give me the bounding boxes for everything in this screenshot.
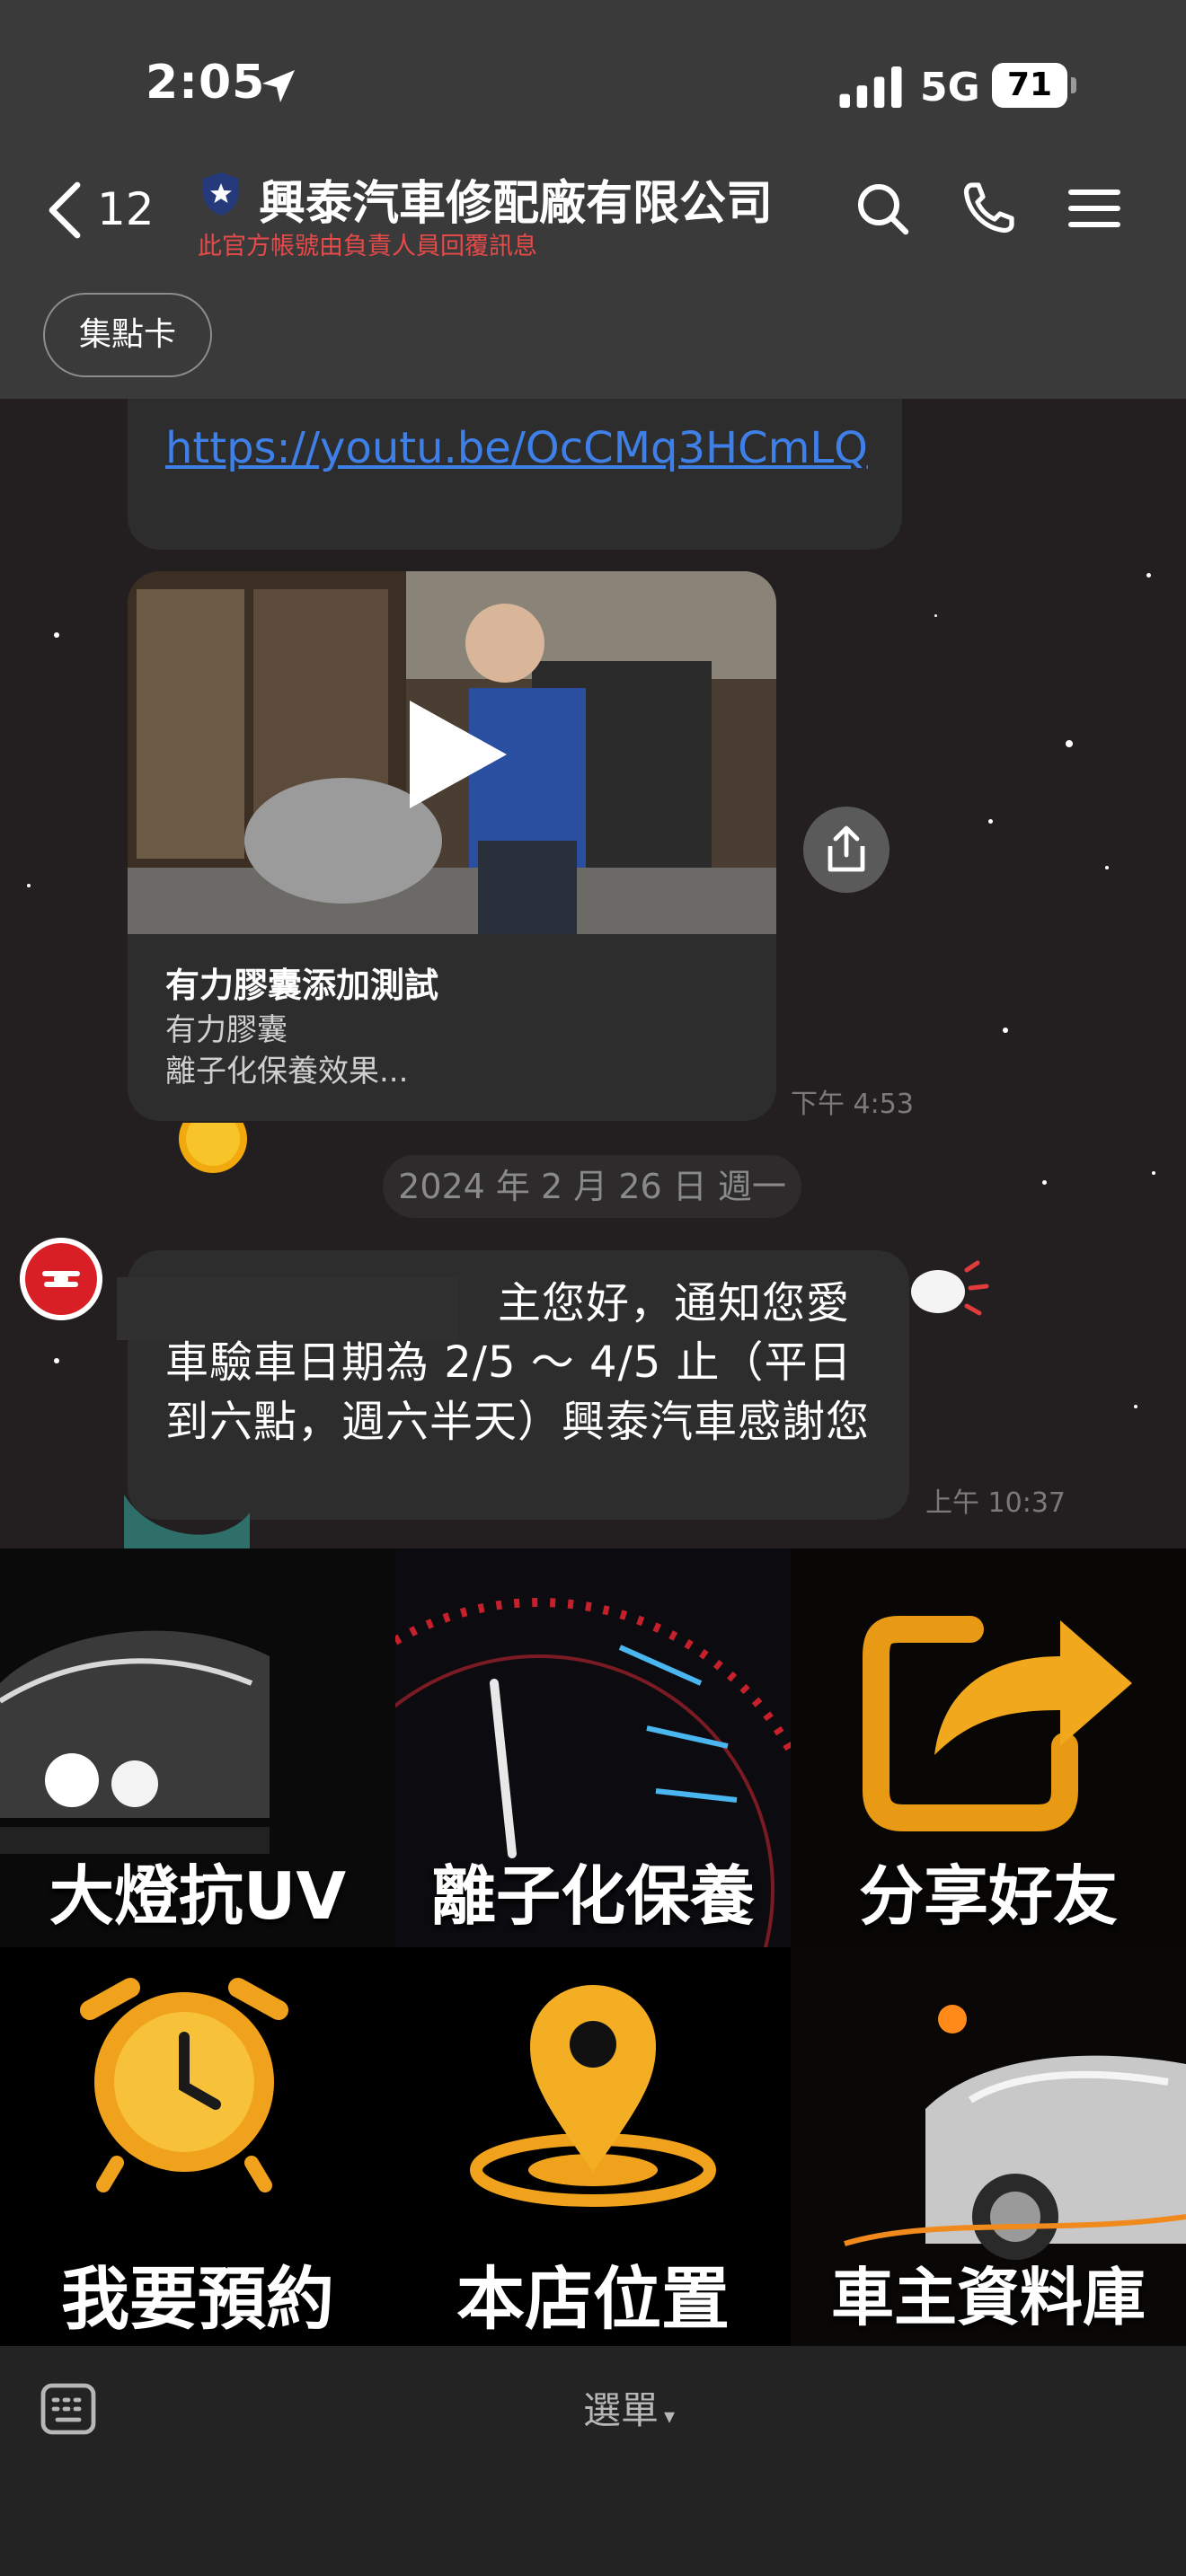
official-account-shield-icon bbox=[203, 172, 239, 216]
avatar[interactable] bbox=[20, 1238, 102, 1320]
menu-toggle-button[interactable]: 選單 ▾ bbox=[539, 2380, 719, 2443]
status-time: 2:05 bbox=[146, 56, 266, 110]
background-star bbox=[1066, 740, 1073, 747]
account-notice: 此官方帳號由負責人員回覆訊息 bbox=[198, 233, 537, 260]
menu-tile-book-appointment[interactable]: 我要預約 bbox=[0, 1947, 395, 2346]
background-star bbox=[54, 1358, 59, 1363]
stamp-card-chip[interactable]: 集點卡 bbox=[43, 293, 212, 377]
share-button[interactable] bbox=[803, 807, 890, 893]
menu-tile-ionization[interactable]: 離子化保養 bbox=[395, 1548, 791, 1947]
phone-icon[interactable] bbox=[960, 180, 1017, 237]
shop-logo-icon bbox=[20, 1238, 102, 1320]
background-star bbox=[1042, 1180, 1047, 1185]
background-star bbox=[1105, 866, 1109, 869]
menu-tile-label: 車主資料庫 bbox=[831, 2261, 1146, 2334]
unread-count: 12 bbox=[97, 183, 155, 235]
sticker-fragment bbox=[124, 1495, 250, 1548]
menu-tile-label: 本店位置 bbox=[456, 2259, 730, 2339]
message-timestamp: 上午 10:37 bbox=[925, 1487, 1066, 1519]
date-divider: 2024 年 2 月 26 日 週一 bbox=[383, 1155, 801, 1218]
back-button[interactable]: 12 bbox=[45, 176, 162, 248]
menu-toggle-label: 選單 bbox=[582, 2388, 659, 2432]
battery-indicator: 71 bbox=[992, 63, 1076, 108]
share-icon bbox=[828, 825, 865, 872]
caret-down-icon: ▾ bbox=[663, 2404, 676, 2429]
chevron-left-icon bbox=[49, 181, 81, 239]
background-star bbox=[1152, 1171, 1155, 1175]
message-line: 車驗車日期為 2/5 ～ 4/5 止（平日到六點，週六半天）興泰汽車感謝您 bbox=[165, 1337, 871, 1447]
background-star bbox=[27, 884, 31, 887]
rich-menu: 大燈抗UV 離子化保養 分享好友 我要預約 本店位置 車主資料庫 bbox=[0, 1548, 1186, 2346]
chat-header: 2:05 5G 71 12 興泰汽車修配廠有限公司 此官方帳號由負責人員回覆訊息… bbox=[0, 0, 1186, 399]
video-description: 有力膠囊 離子化保養效果... bbox=[165, 1012, 409, 1090]
page-title: 興泰汽車修配廠有限公司 bbox=[259, 177, 774, 231]
menu-tile-store-location[interactable]: 本店位置 bbox=[395, 1947, 791, 2346]
background-star bbox=[934, 614, 937, 617]
menu-tile-label: 離子化保養 bbox=[430, 1858, 755, 1934]
sun-sticker bbox=[179, 1123, 247, 1173]
keyboard-icon[interactable] bbox=[40, 2382, 97, 2436]
text-message-bubble: 主您好，通知您愛 車驗車日期為 2/5 ～ 4/5 止（平日到六點，週六半天）興… bbox=[117, 1250, 909, 1520]
video-card[interactable]: 有力膠囊添加測試 有力膠囊 離子化保養效果... bbox=[128, 571, 776, 1121]
location-arrow-icon bbox=[262, 70, 295, 102]
youtube-link[interactable]: https://youtu.be/OcCMq3HCmLQ bbox=[165, 420, 884, 476]
menu-tile-headlight-uv[interactable]: 大燈抗UV bbox=[0, 1548, 395, 1947]
background-star bbox=[1003, 1028, 1008, 1033]
menu-tile-share-friends[interactable]: 分享好友 bbox=[791, 1548, 1186, 1947]
background-star bbox=[988, 819, 993, 824]
menu-tile-label: 我要預約 bbox=[61, 2259, 334, 2339]
cellular-signal-icon bbox=[839, 66, 902, 108]
network-type: 5G bbox=[920, 65, 980, 110]
menu-tile-owner-database[interactable]: 車主資料庫 bbox=[791, 1947, 1186, 2346]
search-icon[interactable] bbox=[854, 180, 911, 237]
background-star bbox=[1146, 573, 1151, 578]
redacted-name bbox=[117, 1277, 458, 1340]
status-bar: 2:05 5G 71 bbox=[0, 0, 1186, 135]
message-timestamp: 下午 4:53 bbox=[791, 1089, 914, 1120]
menu-tile-label: 分享好友 bbox=[858, 1858, 1118, 1934]
link-message-bubble: https://youtu.be/OcCMq3HCmLQ bbox=[128, 399, 902, 550]
bottom-bar: 選單 ▾ bbox=[0, 2346, 1186, 2576]
chat-messages[interactable]: https://youtu.be/OcCMq3HCmLQ 有力膠囊添加測試 有力… bbox=[0, 399, 1186, 1548]
background-star bbox=[54, 632, 59, 638]
hamburger-menu-icon[interactable] bbox=[1066, 180, 1123, 237]
bird-sticker bbox=[911, 1260, 989, 1316]
background-star bbox=[1134, 1405, 1137, 1408]
menu-tile-label: 大燈抗UV bbox=[49, 1858, 347, 1934]
play-icon[interactable] bbox=[403, 697, 510, 812]
video-title: 有力膠囊添加測試 bbox=[165, 966, 439, 1005]
